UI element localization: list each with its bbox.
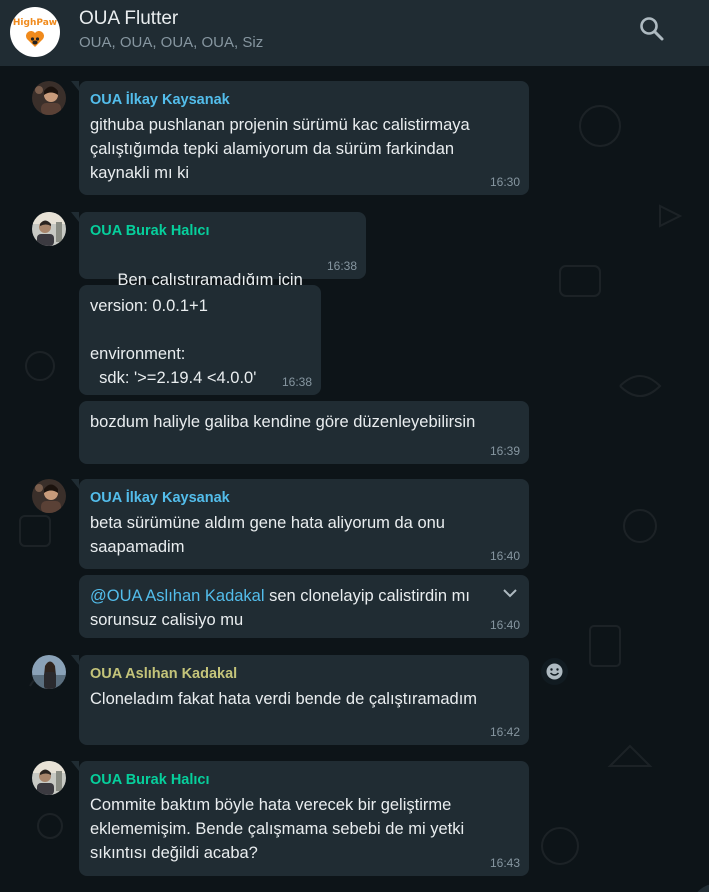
sender-name[interactable]: OUA Aslıhan Kadakal [90, 666, 518, 682]
message-text: @OUA Aslıhan Kadakal sen clonelayip cali… [90, 584, 489, 608]
message-time: 16:39 [489, 444, 520, 458]
message-list[interactable]: OUA İlkay Kaysanak githuba pushlanan pro… [0, 66, 709, 892]
chevron-down-icon[interactable] [501, 584, 519, 602]
avatar-ilkay[interactable] [32, 81, 66, 115]
message-time: 16:42 [489, 725, 520, 739]
message-bubble[interactable]: OUA Burak Halıcı Ben çalıştıramadığım iç… [71, 212, 366, 361]
message-bubble[interactable]: OUA İlkay Kaysanak githuba pushlanan pro… [71, 81, 529, 195]
message-text: Cloneladım fakat hata verdi bende de çal… [90, 690, 478, 708]
message-bubble[interactable]: version: 0.0.1+1 environment: sdk: '>=2.… [79, 285, 321, 395]
sender-name[interactable]: OUA İlkay Kaysanak [90, 92, 518, 108]
message-time: 16:40 [489, 549, 520, 563]
group-logo-text: HighPaw [12, 18, 58, 28]
message-bubble[interactable]: @OUA Aslıhan Kadakal sen clonelayip cali… [79, 575, 529, 638]
sender-name[interactable]: OUA İlkay Kaysanak [90, 490, 518, 506]
chat-header[interactable]: HighPaw OUA Flutter OUA, OUA, OUA, OUA, … [0, 0, 709, 66]
message-text-content: sen clonelayip calistirdin mı [264, 587, 470, 605]
chat-title[interactable]: OUA Flutter [79, 8, 178, 30]
search-icon[interactable] [637, 14, 667, 44]
group-avatar[interactable]: HighPaw [10, 7, 60, 57]
message-bubble[interactable]: bozdum haliyle galiba kendine göre düzen… [79, 401, 529, 464]
message-text: bozdum haliyle galiba kendine göre düzen… [90, 413, 476, 431]
avatar-burak[interactable] [32, 212, 66, 246]
message-time: 16:43 [489, 856, 520, 870]
message-text: Commite baktım böyle hata verecek bir ge… [90, 796, 465, 862]
emoji-reaction-button[interactable] [541, 658, 568, 685]
message-time: 16:38 [281, 375, 312, 389]
sender-name[interactable]: OUA Burak Halıcı [90, 223, 355, 239]
sender-name[interactable]: OUA Burak Halıcı [90, 772, 518, 788]
paw-heart-icon [26, 31, 44, 47]
message-text: beta sürümüne aldım gene hata aliyorum d… [90, 514, 445, 556]
message-text: githuba pushlanan projenin sürümü kac ca… [90, 116, 470, 182]
message-time: 16:30 [489, 175, 520, 189]
message-text: version: 0.0.1+1 environment: sdk: '>=2.… [90, 297, 257, 387]
message-text-line: sorunsuz calisiyo mu [90, 611, 244, 629]
user-mention-link[interactable]: @OUA Aslıhan Kadakal [90, 587, 265, 605]
avatar-ilkay[interactable] [32, 479, 66, 513]
message-bubble[interactable]: OUA Burak Halıcı Commite baktım böyle ha… [71, 761, 529, 876]
avatar-burak[interactable] [32, 761, 66, 795]
message-time: 16:38 [326, 259, 357, 273]
avatar-aslihan[interactable] [32, 655, 66, 689]
message-bubble[interactable]: OUA Aslıhan Kadakal Cloneladım fakat hat… [71, 655, 529, 745]
chat-participants: OUA, OUA, OUA, OUA, Siz [79, 34, 264, 51]
message-bubble[interactable]: OUA İlkay Kaysanak beta sürümüne aldım g… [71, 479, 529, 569]
message-time: 16:40 [489, 618, 520, 632]
smiley-icon [546, 663, 563, 680]
